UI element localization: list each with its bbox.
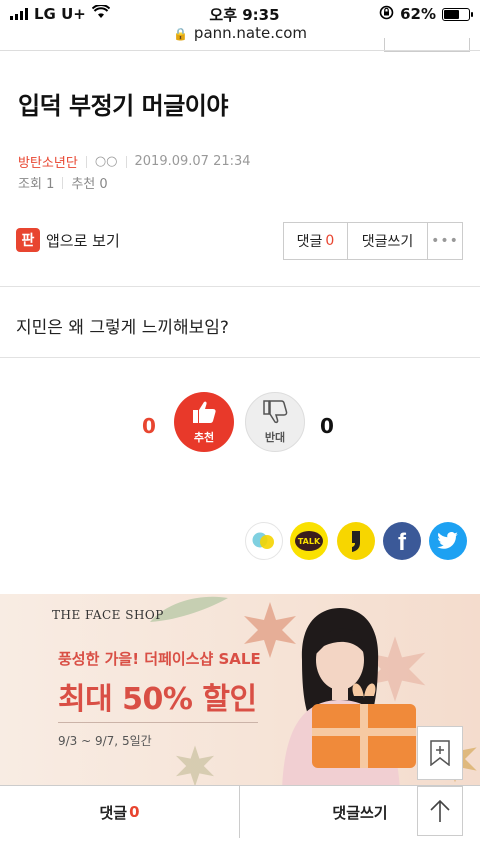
views-count: 1 [46,177,55,192]
arrow-up-icon [430,799,450,822]
meta-separator [85,155,87,168]
rotation-lock-icon [379,5,394,24]
bottom-write-comment-label: 댓글쓰기 [332,803,388,822]
model-photo [282,608,416,788]
post-author: ○○ [94,154,118,169]
oppose-label: 반대 [264,430,286,444]
ad-brand: THE FACE SHOP [52,608,164,622]
ad-banner[interactable]: THE FACE SHOP 풍성한 가을! 더페이스샵 SALE 최대 50% … [0,594,480,788]
post-datetime: 2019.09.07 21:34 [134,154,251,169]
post-stats: 조회 1 추천 0 [18,173,108,192]
bottom-comments-button[interactable]: 댓글 0 [0,786,240,838]
recommend-label: 추천 [71,177,96,192]
ad-divider [58,722,258,723]
bottom-comments-label: 댓글 [99,803,128,822]
oppose-count-display: 0 [320,414,334,438]
bottom-bar: 댓글 0 댓글쓰기 [0,785,480,838]
post-meta: 방탄소년단 ○○ 2019.09.07 21:34 [18,152,251,171]
share-kakaostory-icon[interactable] [245,522,283,560]
thumbs-down-icon [262,399,288,428]
ad-headline: 최대 50% 할인 [58,682,257,717]
share-kakaotalk-icon[interactable]: TALK [290,522,328,560]
battery-icon [441,7,473,21]
recommend-button[interactable]: 추천 [174,392,234,452]
battery-percent: 62% [400,5,436,23]
ad-subtitle: 풍성한 가을! 더페이스샵 SALE [58,650,261,668]
leaf-decoration [175,745,215,787]
kakaotalk-label: TALK [295,531,323,551]
views-label: 조회 [18,177,42,192]
section-divider [0,357,480,358]
bookmark-button[interactable] [417,726,463,780]
share-facebook-icon[interactable]: f [383,522,421,560]
recommend-label: 추천 [193,430,215,444]
app-view-link[interactable]: 판 앱으로 보기 [16,228,120,252]
post-title: 입덕 부정기 머글이야 [18,92,228,120]
recommend-count-display: 0 [142,414,156,438]
more-button[interactable]: ••• [428,223,462,259]
bottom-comments-count: 0 [129,803,140,821]
share-twitter-icon[interactable] [429,522,467,560]
comments-button[interactable]: 댓글 0 [284,223,348,259]
comment-button-group: 댓글 0 댓글쓰기 ••• [283,222,463,260]
section-divider [0,286,480,287]
header-divider [0,50,480,51]
wifi-icon [91,4,111,23]
write-comment-button[interactable]: 댓글쓰기 [348,223,428,259]
board-link[interactable]: 방탄소년단 [18,152,78,171]
comments-label: 댓글 [296,234,323,250]
carrier-name: LG U+ [34,5,86,23]
ad-dates: 9/3 ~ 9/7, 5일간 [58,734,152,748]
share-kakao-comma-icon[interactable] [337,522,375,560]
scroll-to-top-button[interactable] [417,786,463,836]
signal-icon [10,8,28,20]
url-text: pann.nate.com [193,24,308,42]
pann-app-icon: 판 [16,228,40,252]
app-view-label: 앱으로 보기 [46,231,120,250]
comments-count: 0 [325,233,335,249]
oppose-button[interactable]: 반대 [245,392,305,452]
lock-icon: 🔒 [172,27,188,41]
clock-time: 오후 9:35 [209,5,280,24]
bookmark-add-icon [430,740,450,766]
meta-separator [62,176,64,189]
post-content: 지민은 왜 그렇게 느끼해보임? [16,318,229,338]
meta-separator [125,155,127,168]
recommend-count: 0 [99,177,108,192]
thumbs-up-icon [191,400,217,428]
